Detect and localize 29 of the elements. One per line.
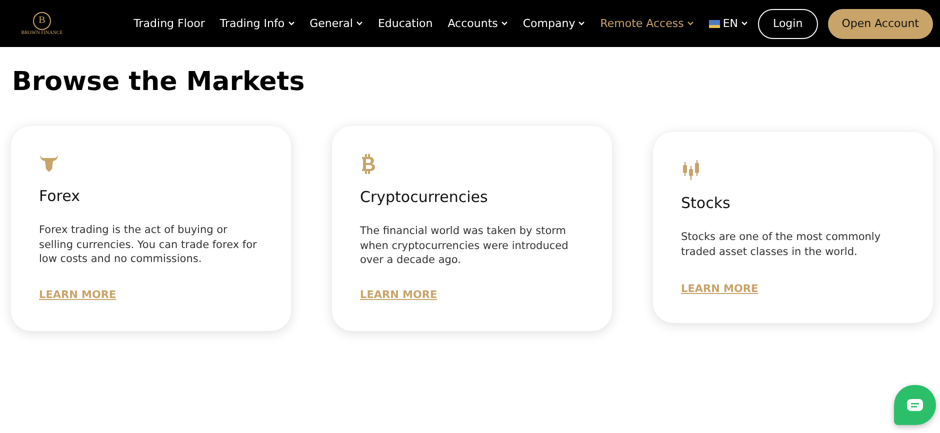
chevron-down-icon [356, 21, 363, 26]
chat-button[interactable] [894, 385, 936, 425]
chevron-down-icon [741, 21, 748, 26]
nav-link[interactable]: Trading Floor [134, 17, 205, 30]
flag-icon [708, 20, 720, 28]
card-title: Stocks [681, 194, 732, 212]
chevron-down-icon [500, 21, 508, 26]
nav-link[interactable]: Education [378, 17, 433, 30]
bitcoin-icon [360, 154, 376, 174]
chevron-down-icon [578, 21, 586, 26]
candlestick-icon [681, 160, 701, 180]
chevron-down-icon [686, 21, 694, 26]
page-heading: Browse the Markets [12, 67, 306, 97]
bull-icon [39, 154, 59, 173]
nav-link[interactable]: Company [522, 17, 586, 30]
login-button[interactable]: Login [758, 8, 818, 38]
card-description: The financial world was taken by storm when cryptocurrencies were introduced over a decade ago. [360, 224, 570, 268]
card-title: Forex [39, 187, 81, 205]
chevron-down-icon [288, 21, 295, 26]
language-selector[interactable]: EN [708, 17, 748, 30]
card-description: Forex trading is the act of buying or selling currencies. You can trade forex for low costs and no commissions. [39, 223, 258, 266]
open-account-button[interactable]: Open Account [828, 8, 933, 38]
nav-link[interactable]: Remote Access [600, 17, 694, 30]
card-description: Stocks are one of the most commonly traded asset classes in the world. [681, 230, 882, 259]
nav-link[interactable]: Trading Info [220, 17, 295, 30]
nav-link[interactable]: Accounts [448, 17, 508, 30]
chat-icon [907, 399, 923, 411]
card-title: Cryptocurrencies [360, 188, 489, 206]
nav-link[interactable]: General [310, 17, 363, 30]
